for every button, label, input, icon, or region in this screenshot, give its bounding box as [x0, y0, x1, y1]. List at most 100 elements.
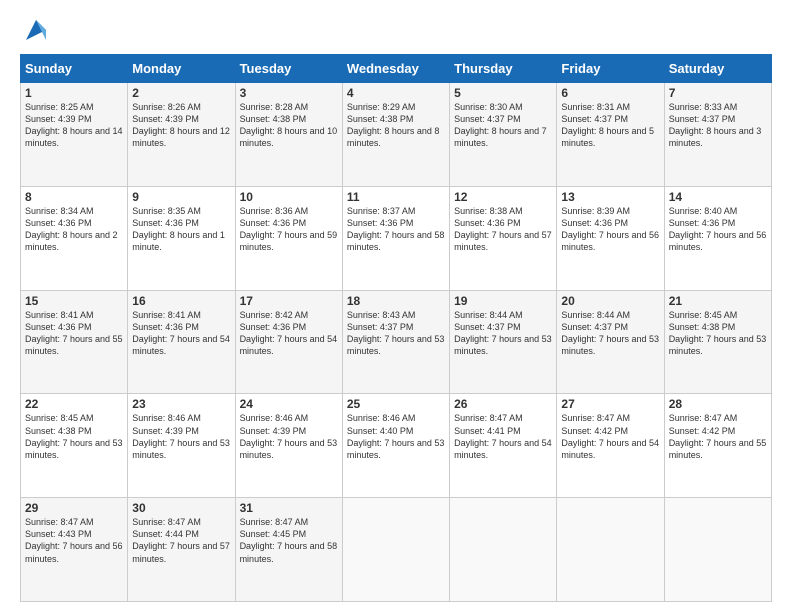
- header-saturday: Saturday: [664, 55, 771, 83]
- day-number: 19: [454, 294, 552, 308]
- day-number: 11: [347, 190, 445, 204]
- calendar-day-cell: 14Sunrise: 8:40 AMSunset: 4:36 PMDayligh…: [664, 186, 771, 290]
- day-info: Sunrise: 8:42 AMSunset: 4:36 PMDaylight:…: [240, 309, 338, 358]
- calendar-week-row: 1Sunrise: 8:25 AMSunset: 4:39 PMDaylight…: [21, 83, 772, 187]
- day-number: 16: [132, 294, 230, 308]
- calendar-week-row: 15Sunrise: 8:41 AMSunset: 4:36 PMDayligh…: [21, 290, 772, 394]
- header-monday: Monday: [128, 55, 235, 83]
- calendar: Sunday Monday Tuesday Wednesday Thursday…: [20, 54, 772, 602]
- calendar-day-cell: 17Sunrise: 8:42 AMSunset: 4:36 PMDayligh…: [235, 290, 342, 394]
- day-info: Sunrise: 8:30 AMSunset: 4:37 PMDaylight:…: [454, 101, 552, 150]
- day-number: 5: [454, 86, 552, 100]
- calendar-week-row: 22Sunrise: 8:45 AMSunset: 4:38 PMDayligh…: [21, 394, 772, 498]
- calendar-day-cell: 12Sunrise: 8:38 AMSunset: 4:36 PMDayligh…: [450, 186, 557, 290]
- calendar-day-cell: 24Sunrise: 8:46 AMSunset: 4:39 PMDayligh…: [235, 394, 342, 498]
- day-info: Sunrise: 8:31 AMSunset: 4:37 PMDaylight:…: [561, 101, 659, 150]
- day-number: 15: [25, 294, 123, 308]
- day-number: 21: [669, 294, 767, 308]
- day-number: 1: [25, 86, 123, 100]
- day-info: Sunrise: 8:46 AMSunset: 4:39 PMDaylight:…: [132, 412, 230, 461]
- calendar-day-cell: 8Sunrise: 8:34 AMSunset: 4:36 PMDaylight…: [21, 186, 128, 290]
- day-number: 12: [454, 190, 552, 204]
- calendar-header-row: Sunday Monday Tuesday Wednesday Thursday…: [21, 55, 772, 83]
- calendar-day-cell: 6Sunrise: 8:31 AMSunset: 4:37 PMDaylight…: [557, 83, 664, 187]
- day-info: Sunrise: 8:41 AMSunset: 4:36 PMDaylight:…: [25, 309, 123, 358]
- calendar-day-cell: 29Sunrise: 8:47 AMSunset: 4:43 PMDayligh…: [21, 498, 128, 602]
- calendar-day-cell: 26Sunrise: 8:47 AMSunset: 4:41 PMDayligh…: [450, 394, 557, 498]
- day-number: 2: [132, 86, 230, 100]
- day-info: Sunrise: 8:25 AMSunset: 4:39 PMDaylight:…: [25, 101, 123, 150]
- day-number: 28: [669, 397, 767, 411]
- day-info: Sunrise: 8:26 AMSunset: 4:39 PMDaylight:…: [132, 101, 230, 150]
- day-number: 24: [240, 397, 338, 411]
- calendar-day-cell: 30Sunrise: 8:47 AMSunset: 4:44 PMDayligh…: [128, 498, 235, 602]
- day-number: 20: [561, 294, 659, 308]
- day-info: Sunrise: 8:33 AMSunset: 4:37 PMDaylight:…: [669, 101, 767, 150]
- day-info: Sunrise: 8:47 AMSunset: 4:41 PMDaylight:…: [454, 412, 552, 461]
- calendar-day-cell: 31Sunrise: 8:47 AMSunset: 4:45 PMDayligh…: [235, 498, 342, 602]
- day-number: 18: [347, 294, 445, 308]
- calendar-day-cell: 7Sunrise: 8:33 AMSunset: 4:37 PMDaylight…: [664, 83, 771, 187]
- day-number: 13: [561, 190, 659, 204]
- day-info: Sunrise: 8:37 AMSunset: 4:36 PMDaylight:…: [347, 205, 445, 254]
- day-number: 14: [669, 190, 767, 204]
- day-info: Sunrise: 8:38 AMSunset: 4:36 PMDaylight:…: [454, 205, 552, 254]
- day-info: Sunrise: 8:47 AMSunset: 4:45 PMDaylight:…: [240, 516, 338, 565]
- day-info: Sunrise: 8:43 AMSunset: 4:37 PMDaylight:…: [347, 309, 445, 358]
- day-info: Sunrise: 8:47 AMSunset: 4:44 PMDaylight:…: [132, 516, 230, 565]
- day-number: 26: [454, 397, 552, 411]
- calendar-day-cell: 13Sunrise: 8:39 AMSunset: 4:36 PMDayligh…: [557, 186, 664, 290]
- calendar-day-cell: 28Sunrise: 8:47 AMSunset: 4:42 PMDayligh…: [664, 394, 771, 498]
- calendar-day-cell: 22Sunrise: 8:45 AMSunset: 4:38 PMDayligh…: [21, 394, 128, 498]
- header-thursday: Thursday: [450, 55, 557, 83]
- header-friday: Friday: [557, 55, 664, 83]
- calendar-day-cell: 2Sunrise: 8:26 AMSunset: 4:39 PMDaylight…: [128, 83, 235, 187]
- logo-icon: [22, 16, 50, 44]
- header-sunday: Sunday: [21, 55, 128, 83]
- day-number: 27: [561, 397, 659, 411]
- day-info: Sunrise: 8:40 AMSunset: 4:36 PMDaylight:…: [669, 205, 767, 254]
- calendar-day-cell: [450, 498, 557, 602]
- day-info: Sunrise: 8:39 AMSunset: 4:36 PMDaylight:…: [561, 205, 659, 254]
- day-info: Sunrise: 8:34 AMSunset: 4:36 PMDaylight:…: [25, 205, 123, 254]
- day-number: 9: [132, 190, 230, 204]
- day-info: Sunrise: 8:28 AMSunset: 4:38 PMDaylight:…: [240, 101, 338, 150]
- header: [20, 16, 772, 44]
- day-info: Sunrise: 8:44 AMSunset: 4:37 PMDaylight:…: [454, 309, 552, 358]
- day-number: 31: [240, 501, 338, 515]
- calendar-day-cell: 20Sunrise: 8:44 AMSunset: 4:37 PMDayligh…: [557, 290, 664, 394]
- day-info: Sunrise: 8:47 AMSunset: 4:42 PMDaylight:…: [669, 412, 767, 461]
- calendar-day-cell: [664, 498, 771, 602]
- day-info: Sunrise: 8:45 AMSunset: 4:38 PMDaylight:…: [669, 309, 767, 358]
- calendar-day-cell: [342, 498, 449, 602]
- day-number: 25: [347, 397, 445, 411]
- day-number: 7: [669, 86, 767, 100]
- day-number: 22: [25, 397, 123, 411]
- calendar-day-cell: 18Sunrise: 8:43 AMSunset: 4:37 PMDayligh…: [342, 290, 449, 394]
- day-info: Sunrise: 8:41 AMSunset: 4:36 PMDaylight:…: [132, 309, 230, 358]
- day-number: 4: [347, 86, 445, 100]
- calendar-day-cell: [557, 498, 664, 602]
- calendar-day-cell: 25Sunrise: 8:46 AMSunset: 4:40 PMDayligh…: [342, 394, 449, 498]
- day-number: 10: [240, 190, 338, 204]
- calendar-week-row: 29Sunrise: 8:47 AMSunset: 4:43 PMDayligh…: [21, 498, 772, 602]
- day-info: Sunrise: 8:36 AMSunset: 4:36 PMDaylight:…: [240, 205, 338, 254]
- day-number: 23: [132, 397, 230, 411]
- calendar-day-cell: 11Sunrise: 8:37 AMSunset: 4:36 PMDayligh…: [342, 186, 449, 290]
- calendar-day-cell: 4Sunrise: 8:29 AMSunset: 4:38 PMDaylight…: [342, 83, 449, 187]
- day-number: 8: [25, 190, 123, 204]
- calendar-day-cell: 19Sunrise: 8:44 AMSunset: 4:37 PMDayligh…: [450, 290, 557, 394]
- calendar-day-cell: 10Sunrise: 8:36 AMSunset: 4:36 PMDayligh…: [235, 186, 342, 290]
- calendar-day-cell: 27Sunrise: 8:47 AMSunset: 4:42 PMDayligh…: [557, 394, 664, 498]
- day-info: Sunrise: 8:46 AMSunset: 4:39 PMDaylight:…: [240, 412, 338, 461]
- day-number: 17: [240, 294, 338, 308]
- day-info: Sunrise: 8:47 AMSunset: 4:43 PMDaylight:…: [25, 516, 123, 565]
- day-number: 29: [25, 501, 123, 515]
- day-info: Sunrise: 8:46 AMSunset: 4:40 PMDaylight:…: [347, 412, 445, 461]
- day-info: Sunrise: 8:47 AMSunset: 4:42 PMDaylight:…: [561, 412, 659, 461]
- day-number: 3: [240, 86, 338, 100]
- calendar-day-cell: 3Sunrise: 8:28 AMSunset: 4:38 PMDaylight…: [235, 83, 342, 187]
- day-number: 30: [132, 501, 230, 515]
- calendar-day-cell: 16Sunrise: 8:41 AMSunset: 4:36 PMDayligh…: [128, 290, 235, 394]
- day-info: Sunrise: 8:45 AMSunset: 4:38 PMDaylight:…: [25, 412, 123, 461]
